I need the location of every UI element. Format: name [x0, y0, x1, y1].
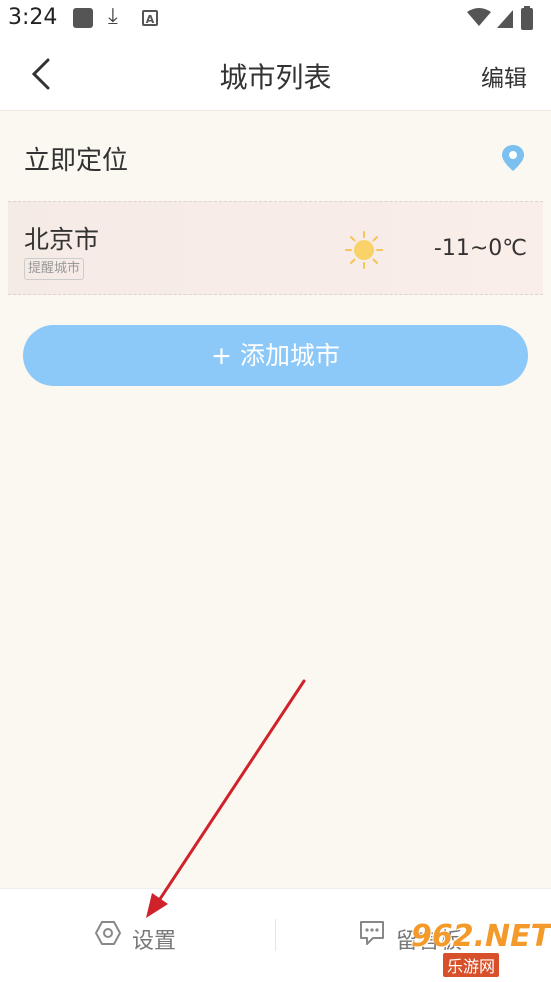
locate-now-row[interactable]: 立即定位 [0, 111, 551, 201]
city-list-item[interactable]: 北京市 提醒城市 -11~0℃ [8, 201, 543, 295]
tab-settings[interactable]: 设置 [0, 889, 275, 982]
reminder-city-badge: 提醒城市 [24, 258, 85, 280]
settings-icon [95, 921, 121, 945]
status-time: 3:24 [8, 5, 58, 30]
signal-battery-icons [467, 6, 533, 30]
font-app-icon: A [142, 10, 158, 26]
top-app-bar: 城市列表 编辑 [0, 38, 551, 111]
add-city-button[interactable]: + 添加城市 [23, 325, 528, 386]
tab-settings-label: 设置 [132, 929, 177, 954]
message-board-icon [360, 921, 384, 945]
temperature-range: -11~0℃ [433, 236, 527, 261]
location-pin-icon[interactable] [501, 144, 525, 172]
watermark: 962.NET 乐游网 [405, 919, 551, 977]
city-name: 北京市 [24, 225, 100, 254]
notification-app-icon [73, 8, 93, 28]
watermark-logo: 962.NET [411, 919, 551, 954]
status-bar: 3:24 ⤓ A [0, 0, 551, 38]
download-icon: ⤓ [108, 4, 118, 29]
page-title: 城市列表 [219, 61, 332, 94]
sun-icon [345, 231, 383, 269]
edit-button[interactable]: 编辑 [481, 59, 527, 93]
locate-now-label: 立即定位 [24, 146, 129, 176]
watermark-subtitle: 乐游网 [443, 953, 500, 977]
